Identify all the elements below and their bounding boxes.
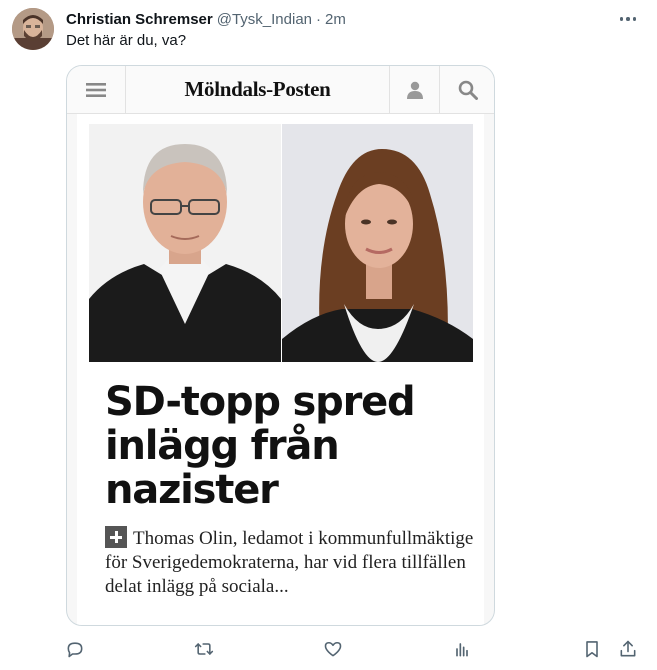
- separator-dot: ·: [316, 10, 322, 28]
- avatar[interactable]: [12, 8, 54, 50]
- search-icon: [440, 66, 494, 113]
- portrait-photo-woman: [282, 124, 473, 362]
- site-name: Mölndals-Posten: [184, 77, 331, 101]
- site-logo: Mölndals-Posten: [126, 66, 389, 113]
- hamburger-menu-icon: [67, 66, 126, 113]
- tweet-media[interactable]: Mölndals-Posten SD-topp spred inlägg frå…: [66, 65, 495, 626]
- retweet-icon[interactable]: [192, 637, 216, 661]
- avatar-image: [12, 8, 54, 50]
- tweet-text: Det här är du, va?: [66, 32, 187, 49]
- article-lead: Thomas Olin, ledamot i kommunfullmäktige…: [105, 526, 475, 599]
- user-handle[interactable]: @Tysk_Indian: [217, 11, 312, 28]
- plus-icon: [105, 526, 127, 548]
- more-horizontal-icon[interactable]: [617, 10, 639, 28]
- action-bar: [0, 635, 657, 665]
- user-icon: [389, 66, 440, 113]
- portrait-photo-man: [89, 124, 281, 362]
- article-lead-text: Thomas Olin, ledamot i kommunfullmäktige…: [105, 528, 474, 597]
- site-header: Mölndals-Posten: [67, 66, 494, 114]
- article-preview: SD-topp spred inlägg från nazister Thoma…: [77, 114, 484, 625]
- bookmark-icon[interactable]: [580, 637, 604, 661]
- share-icon[interactable]: [616, 637, 640, 661]
- timestamp[interactable]: 2m: [325, 11, 346, 28]
- tweet: Christian Schremser @Tysk_Indian · 2m De…: [0, 0, 657, 670]
- analytics-icon[interactable]: [450, 637, 474, 661]
- heart-icon[interactable]: [321, 637, 345, 661]
- article-headline: SD-topp spred inlägg från nazister: [105, 379, 416, 513]
- reply-icon[interactable]: [63, 637, 87, 661]
- tweet-header: Christian Schremser @Tysk_Indian · 2m: [66, 9, 346, 29]
- display-name[interactable]: Christian Schremser: [66, 11, 213, 28]
